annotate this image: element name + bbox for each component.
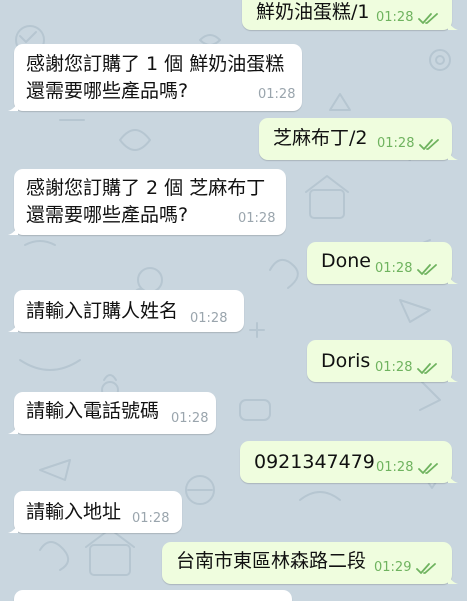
message-text: 請輸入電話號碼 (26, 400, 160, 422)
bubble-tail (448, 274, 458, 284)
message-text: 感謝您訂購了 1 個 鮮奶油蛋糕 (26, 53, 285, 75)
message-time: 01:28 (376, 10, 414, 25)
outgoing-message-bubble[interactable]: 鮮奶油蛋糕/1 01:28 (242, 0, 458, 30)
double-check-icon (417, 264, 437, 275)
bubble-tail (448, 150, 458, 160)
bubble-tail (448, 574, 458, 584)
message-time: 01:28 (376, 460, 414, 475)
message-time: 01:28 (190, 311, 228, 326)
incoming-message-bubble[interactable] (14, 590, 292, 601)
double-check-icon (418, 463, 438, 474)
incoming-message-bubble[interactable]: 請輸入訂購人姓名 01:28 (8, 290, 244, 332)
chat-area: 鮮奶油蛋糕/1 01:28 感謝您訂購了 1 個 鮮奶油蛋糕 還需要哪些產品嗎? 01:… (0, 0, 467, 601)
incoming-message-bubble[interactable]: 感謝您訂購了 1 個 鮮奶油蛋糕 還需要哪些產品嗎? 01:28 (8, 44, 302, 111)
message-time: 01:28 (171, 411, 209, 426)
incoming-message-bubble[interactable]: 請輸入地址 01:28 (8, 491, 182, 533)
message-text: Doris (321, 350, 371, 372)
incoming-message-bubble[interactable]: 感謝您訂購了 2 個 芝麻布丁 還需要哪些產品嗎? 01:28 (8, 169, 286, 235)
bubble-tail (8, 424, 18, 434)
message-time: 01:28 (238, 211, 276, 226)
message-text: 請輸入訂購人姓名 (26, 300, 179, 322)
bubble-tail (448, 473, 458, 483)
bubble-tail (8, 225, 18, 235)
message-text: 芝麻布丁/2 (273, 127, 368, 149)
incoming-message-bubble[interactable]: 請輸入電話號碼 01:28 (8, 392, 216, 434)
message-time: 01:29 (374, 560, 412, 575)
bubble-tail (8, 523, 18, 533)
message-text: 台南市東區林森路二段 (176, 550, 367, 572)
message-text: 0921347479 (254, 451, 375, 473)
message-time: 01:28 (132, 511, 170, 526)
message-time: 01:28 (375, 360, 413, 375)
message-time: 01:28 (258, 87, 296, 102)
bubble-tail (8, 101, 18, 111)
message-text: 感謝您訂購了 2 個 芝麻布丁 (26, 177, 266, 199)
outgoing-message-bubble[interactable]: 芝麻布丁/2 01:28 (259, 118, 458, 160)
message-text: 還需要哪些產品嗎? (26, 80, 189, 102)
double-check-icon (416, 563, 436, 574)
bubble-tail (8, 322, 18, 332)
outgoing-message-bubble[interactable]: Doris 01:28 (307, 340, 458, 382)
double-check-icon (418, 13, 438, 24)
message-text: 還需要哪些產品嗎? (26, 204, 189, 226)
message-time: 01:28 (375, 261, 413, 276)
outgoing-message-bubble[interactable]: 台南市東區林森路二段 01:29 (162, 542, 458, 584)
message-text: Done (321, 250, 371, 272)
outgoing-message-bubble[interactable]: 0921347479 01:28 (240, 441, 458, 483)
outgoing-message-bubble[interactable]: Done 01:28 (307, 242, 458, 284)
double-check-icon (419, 139, 439, 150)
bubble-tail (448, 372, 458, 382)
bubble-tail (448, 20, 458, 30)
message-time: 01:28 (377, 136, 415, 151)
message-text: 請輸入地址 (26, 501, 122, 523)
message-text: 鮮奶油蛋糕/1 (256, 1, 370, 23)
double-check-icon (417, 363, 437, 374)
